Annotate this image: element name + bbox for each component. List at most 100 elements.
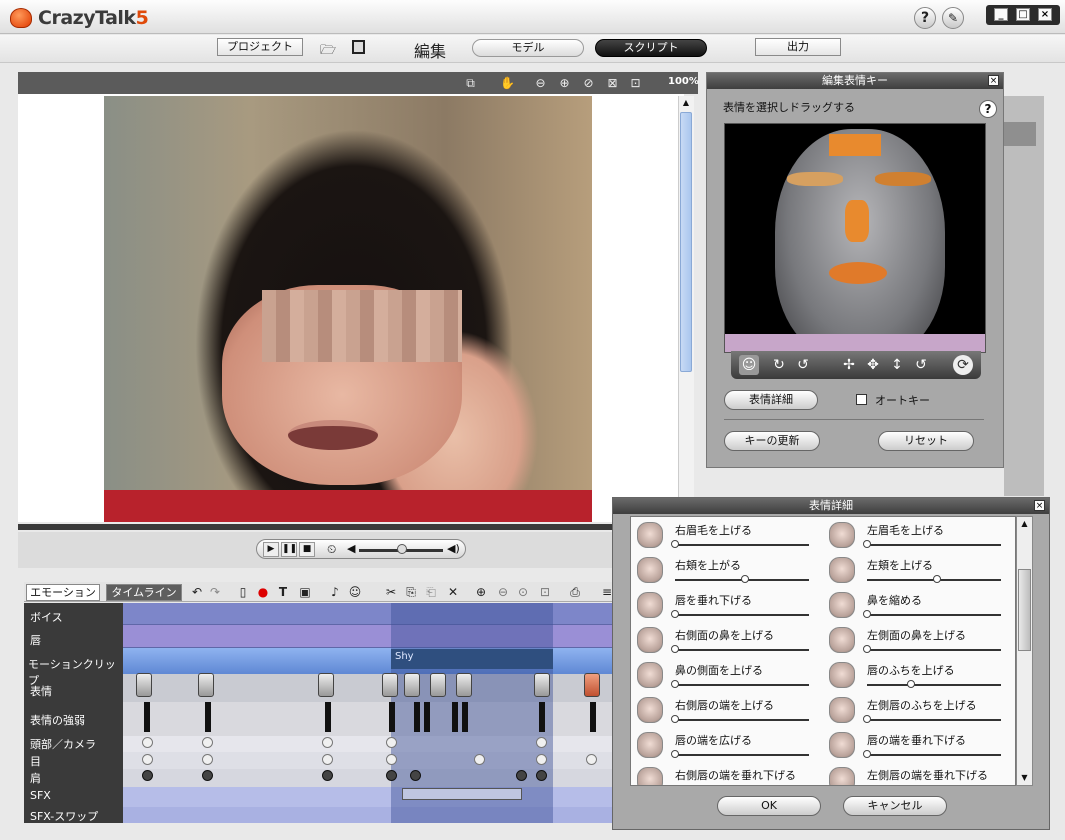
axis-icon[interactable]: ✢ <box>839 355 859 375</box>
reset-view-icon[interactable]: ↺ <box>911 355 931 375</box>
lips-control[interactable] <box>829 262 887 284</box>
slider-knob[interactable] <box>863 750 871 758</box>
close-button[interactable]: × <box>1038 8 1052 21</box>
head-key[interactable] <box>202 737 213 748</box>
slider-knob[interactable] <box>863 645 871 653</box>
no-zoom-icon[interactable]: ⊘ <box>581 76 596 91</box>
dialog-scrollbar[interactable]: ▲ ▼ <box>1016 516 1033 786</box>
cut-icon[interactable]: ✂ <box>384 585 398 599</box>
panel-close-button[interactable]: × <box>988 75 999 86</box>
left-brow-control[interactable] <box>875 172 931 186</box>
playback-seekbar[interactable] <box>18 524 698 530</box>
eye-key[interactable] <box>536 754 547 765</box>
copy-icon[interactable]: ⎘ <box>404 585 418 599</box>
refresh-icon[interactable]: ⟳ <box>953 355 973 375</box>
shoulder-key[interactable] <box>142 770 153 781</box>
panel-help-button[interactable]: ? <box>979 100 997 118</box>
face-mode-icon[interactable]: ☺ <box>739 355 759 375</box>
3d-head-viewport[interactable] <box>724 123 986 353</box>
expression-detail-button[interactable]: 表情詳細 <box>724 390 818 410</box>
timeline-zoom-all-icon[interactable]: ⊡ <box>538 585 552 599</box>
move-icon[interactable]: ✥ <box>863 355 883 375</box>
shoulder-key[interactable] <box>516 770 527 781</box>
expression-slider[interactable] <box>867 719 1001 721</box>
help-button[interactable]: ? <box>914 7 936 29</box>
stop-icon[interactable]: ■ <box>299 542 315 557</box>
expression-slider[interactable] <box>867 684 1001 686</box>
slider-knob[interactable] <box>741 575 749 583</box>
delete-icon[interactable]: ✕ <box>446 585 460 599</box>
tab-emotion[interactable]: エモーション <box>26 584 100 601</box>
strength-bar[interactable] <box>590 702 596 732</box>
slider-knob[interactable] <box>863 540 871 548</box>
slider-knob[interactable] <box>671 645 679 653</box>
actual-size-icon[interactable]: ⊡ <box>628 76 643 91</box>
nose-control[interactable] <box>845 200 869 242</box>
expression-key[interactable] <box>382 673 398 697</box>
slider-knob[interactable] <box>933 575 941 583</box>
head-key[interactable] <box>322 737 333 748</box>
loop-icon[interactable]: ⏲ <box>327 542 336 557</box>
expression-slider[interactable] <box>867 544 1001 546</box>
undo-rotate-icon[interactable]: ↺ <box>793 355 813 375</box>
slider-knob[interactable] <box>863 610 871 618</box>
expression-key[interactable] <box>430 673 446 697</box>
strength-bar[interactable] <box>389 702 395 732</box>
tab-timeline[interactable]: タイムライン <box>106 584 182 601</box>
pause-icon[interactable]: ❚❚ <box>281 542 297 557</box>
slider-knob[interactable] <box>863 785 871 786</box>
expression-slider[interactable] <box>867 649 1001 651</box>
eye-key[interactable] <box>142 754 153 765</box>
strength-bar[interactable] <box>539 702 545 732</box>
autokey-checkbox[interactable] <box>856 394 867 405</box>
undo-icon[interactable]: ↶ <box>190 585 204 599</box>
tools-wrench-icon[interactable]: ✎ <box>942 7 964 29</box>
shoulder-key[interactable] <box>386 770 397 781</box>
strength-bar[interactable] <box>414 702 420 732</box>
timeline-zoom-fit-icon[interactable]: ⊙ <box>516 585 530 599</box>
text-icon[interactable]: T <box>276 585 290 599</box>
paste-icon[interactable]: ⎗ <box>424 585 438 599</box>
viewer-scroll-thumb[interactable] <box>680 112 692 372</box>
expression-key[interactable] <box>318 673 334 697</box>
slider-knob[interactable] <box>671 785 679 786</box>
save-icon[interactable] <box>352 40 365 54</box>
head-key[interactable] <box>536 737 547 748</box>
eye-key[interactable] <box>386 754 397 765</box>
script-button[interactable]: スクリプト <box>595 39 707 57</box>
head-key[interactable] <box>142 737 153 748</box>
eye-key[interactable] <box>322 754 333 765</box>
right-brow-control[interactable] <box>787 172 843 186</box>
strength-bar[interactable] <box>424 702 430 732</box>
expression-key[interactable] <box>584 673 600 697</box>
open-folder-icon[interactable]: 🗁 <box>320 41 336 63</box>
music-note-icon[interactable]: ♪ <box>328 585 342 599</box>
ok-button[interactable]: OK <box>717 796 821 816</box>
volume-knob[interactable] <box>397 544 407 554</box>
expression-key[interactable] <box>198 673 214 697</box>
strength-bar[interactable] <box>325 702 331 732</box>
expression-slider[interactable] <box>675 684 809 686</box>
reset-button[interactable]: リセット <box>878 431 974 451</box>
maximize-button[interactable]: □ <box>1016 8 1030 21</box>
dialog-close-button[interactable]: × <box>1034 500 1045 511</box>
face-mask-icon[interactable]: ☺ <box>348 585 362 599</box>
fullscreen-icon[interactable]: ⧉ <box>463 76 478 91</box>
play-icon[interactable]: ▶ <box>263 542 279 557</box>
scroll-up-icon[interactable]: ▲ <box>680 98 692 110</box>
export-icon[interactable]: ⎙ <box>568 585 582 599</box>
strength-bar[interactable] <box>144 702 150 732</box>
timeline-zoom-out-icon[interactable]: ⊖ <box>496 585 510 599</box>
rotate-mode-icon[interactable]: ↻ <box>769 355 789 375</box>
strength-bar[interactable] <box>462 702 468 732</box>
hand-pan-icon[interactable]: ✋ <box>500 76 515 91</box>
shoulder-key[interactable] <box>536 770 547 781</box>
fit-view-icon[interactable]: ⊠ <box>605 76 620 91</box>
slider-knob[interactable] <box>863 715 871 723</box>
forehead-control[interactable] <box>829 134 881 156</box>
eye-key[interactable] <box>202 754 213 765</box>
slider-knob[interactable] <box>671 540 679 548</box>
dialog-scroll-down-icon[interactable]: ▼ <box>1018 771 1031 785</box>
redo-icon[interactable]: ↷ <box>208 585 222 599</box>
slider-knob[interactable] <box>671 680 679 688</box>
